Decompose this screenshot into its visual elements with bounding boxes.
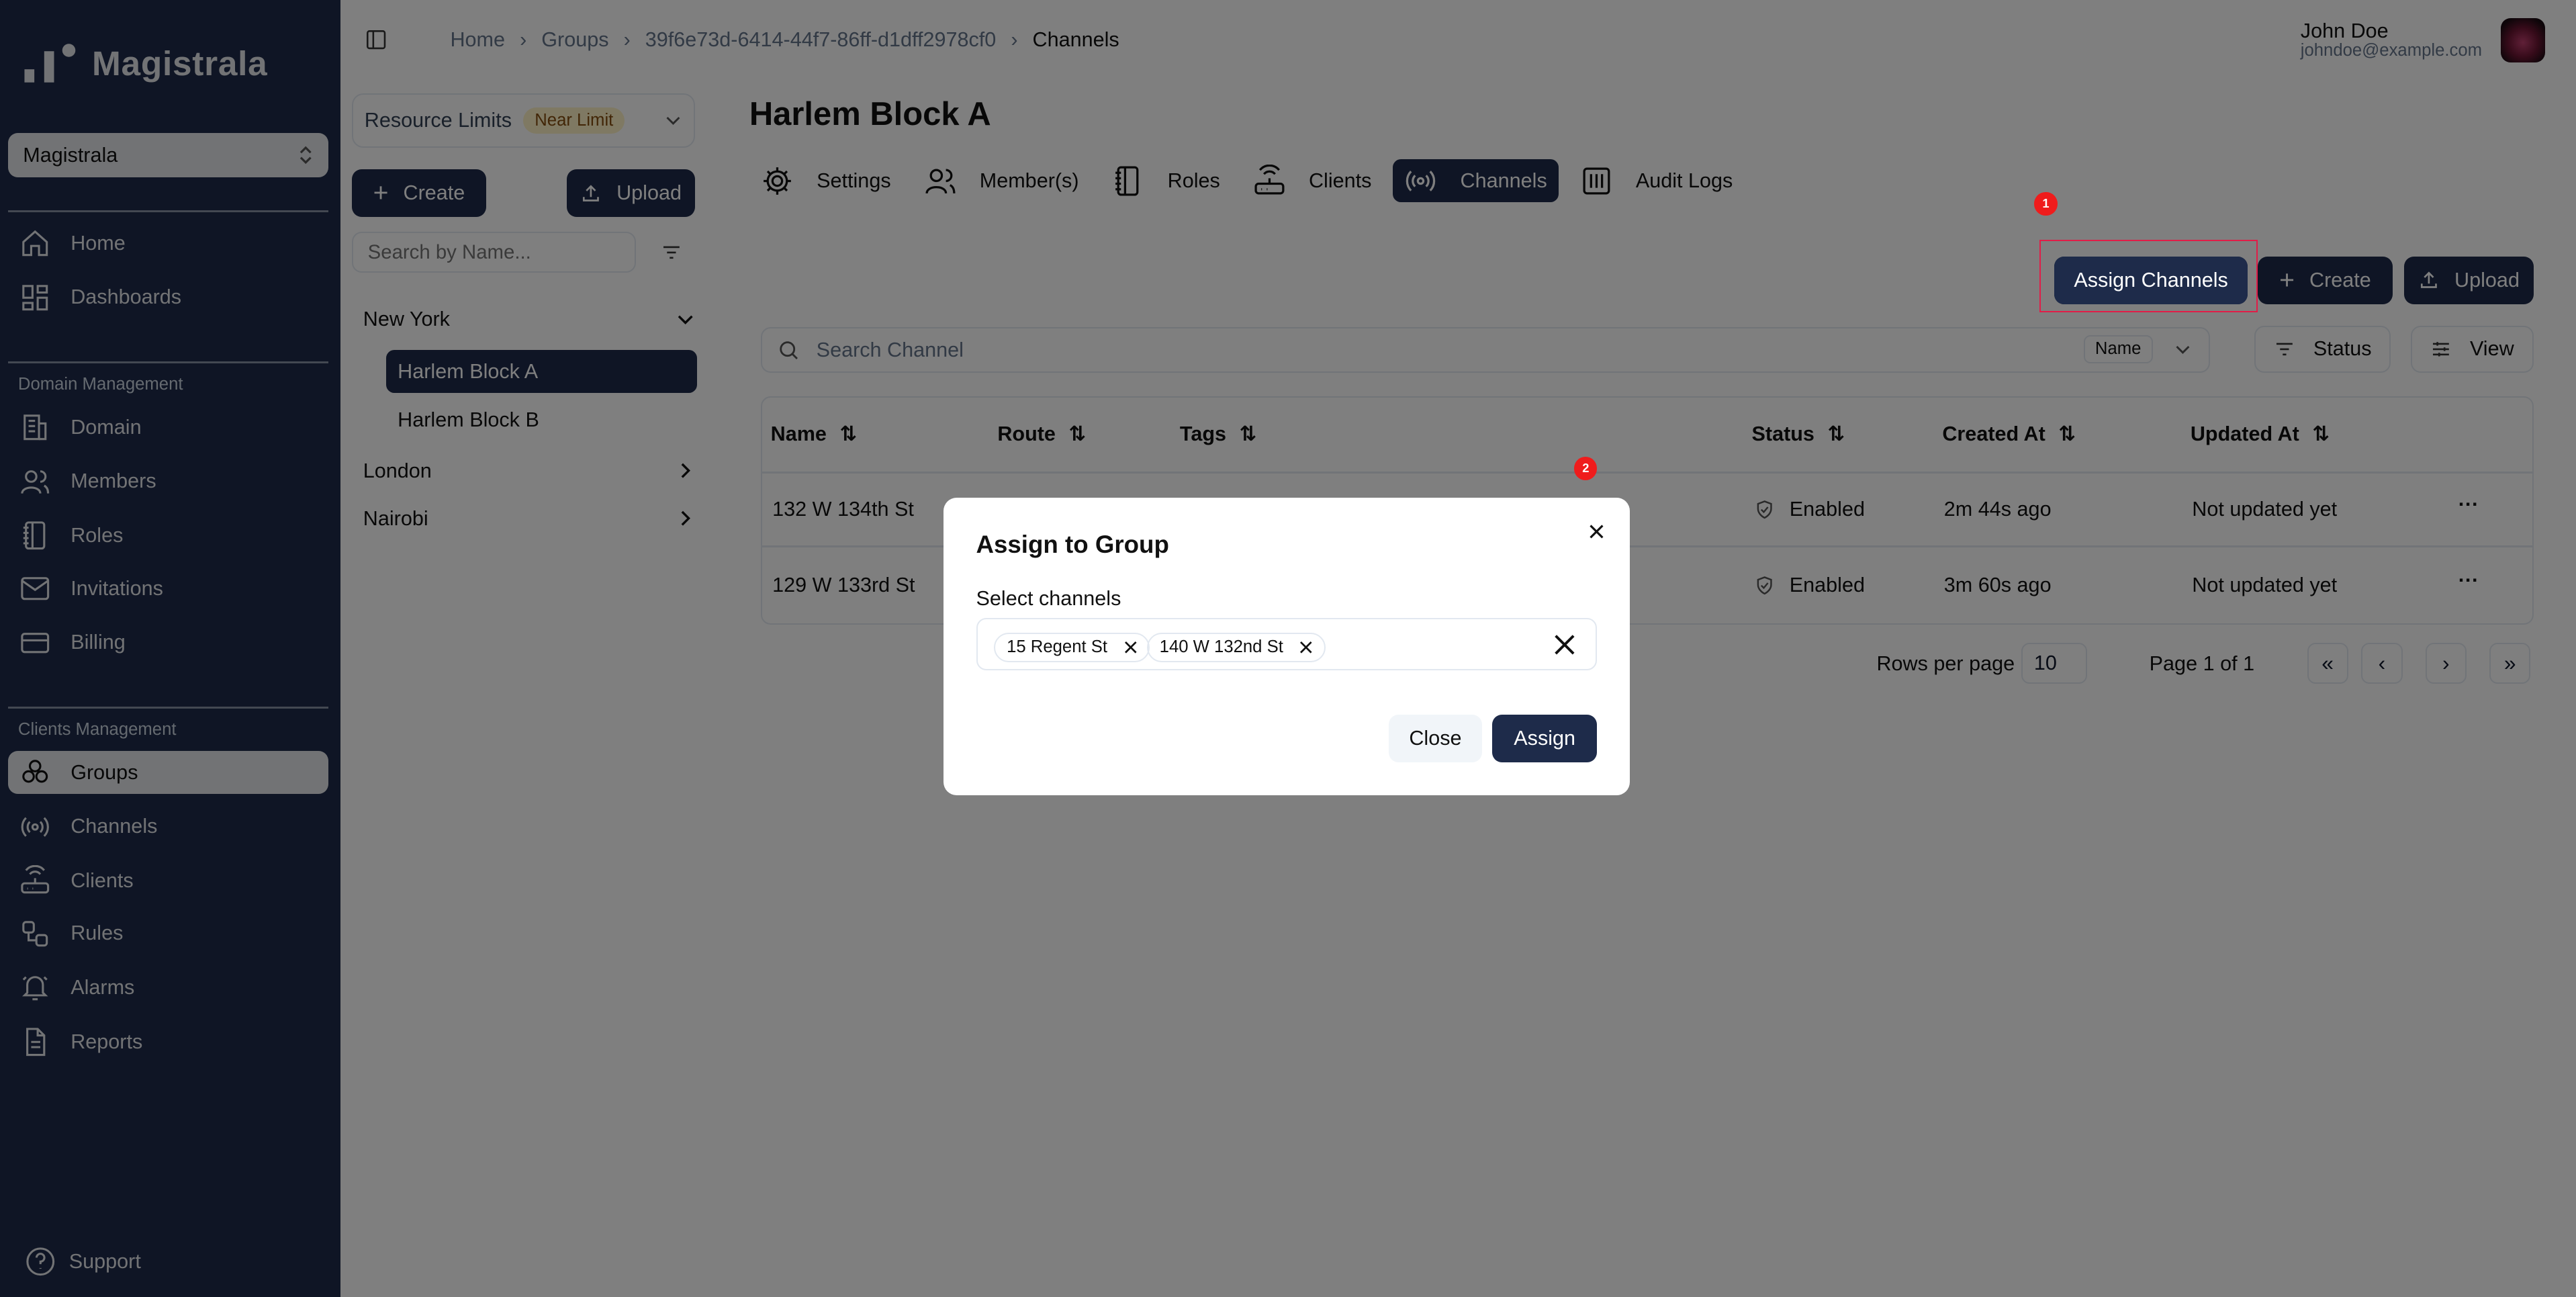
remove-chip-icon[interactable]: [1124, 641, 1138, 654]
chip-label: 15 Regent St: [1007, 637, 1108, 657]
remove-chip-icon[interactable]: [1299, 641, 1313, 654]
selected-channel-chip: 140 W 132nd St: [1146, 632, 1326, 662]
select-channels-label: Select channels: [976, 586, 1121, 610]
clear-all-icon[interactable]: [1554, 634, 1575, 656]
chip-label: 140 W 132nd St: [1159, 637, 1283, 657]
assign-button[interactable]: Assign: [1491, 715, 1598, 763]
dialog-title: Assign to Group: [976, 531, 1169, 559]
annotation-marker-2: 2: [1574, 457, 1598, 480]
assign-to-group-dialog: Assign to Group Select channels 15 Regen…: [943, 498, 1630, 796]
assign-channels-button-highlighted[interactable]: Assign Channels: [2054, 256, 2248, 304]
channel-multiselect[interactable]: 15 Regent St 140 W 132nd St: [976, 618, 1598, 671]
selected-channel-chip: 15 Regent St: [993, 632, 1150, 662]
close-icon[interactable]: [1588, 523, 1606, 541]
close-button[interactable]: Close: [1388, 715, 1483, 763]
assign-channels-label: Assign Channels: [2074, 268, 2228, 292]
annotation-marker-1: 1: [2034, 192, 2058, 216]
